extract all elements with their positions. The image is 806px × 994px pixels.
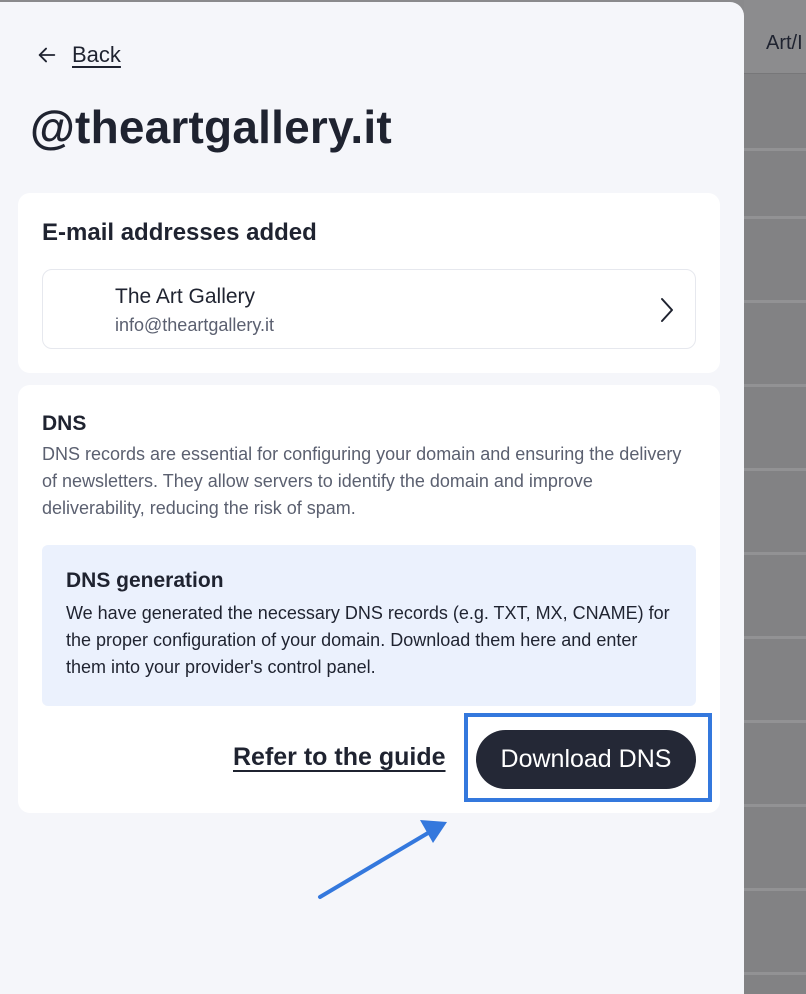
background-row-divider: [744, 300, 806, 303]
background-row-divider: [744, 720, 806, 723]
background-header: Art/I: [744, 0, 806, 74]
background-row-divider: [744, 804, 806, 807]
back-label: Back: [72, 42, 121, 67]
background-header-text: Art/I: [766, 32, 803, 54]
dns-generation-info-box: DNS generation We have generated the nec…: [42, 545, 696, 706]
background-row-divider: [744, 888, 806, 891]
highlight-box-annotation: [464, 713, 712, 802]
background-row-divider: [744, 216, 806, 219]
email-sender-name: The Art Gallery: [115, 285, 256, 308]
background-page: Art/I: [744, 0, 806, 994]
arrow-left-icon: [38, 47, 56, 63]
background-row-divider: [744, 468, 806, 471]
background-row-divider: [744, 636, 806, 639]
email-addresses-heading: E-mail addresses added: [42, 219, 317, 246]
email-addresses-card: E-mail addresses added The Art Gallery i…: [18, 193, 720, 373]
refer-to-guide-link[interactable]: Refer to the guide: [233, 743, 446, 772]
dns-generation-title: DNS generation: [66, 569, 224, 592]
dns-generation-text: We have generated the necessary DNS reco…: [66, 603, 670, 677]
background-row-divider: [744, 384, 806, 387]
page-title: @theartgallery.it: [30, 101, 392, 153]
email-address-row[interactable]: The Art Gallery info@theartgallery.it: [42, 269, 696, 349]
background-row-divider: [744, 148, 806, 151]
dns-description: DNS records are essential for configurin…: [42, 444, 682, 518]
domain-detail-drawer: Back @theartgallery.it E-mail addresses …: [0, 2, 744, 994]
email-address: info@theartgallery.it: [115, 315, 275, 335]
chevron-right-icon: [661, 298, 673, 322]
back-link[interactable]: Back: [36, 40, 121, 70]
background-row-divider: [744, 972, 806, 975]
dns-heading: DNS: [42, 412, 87, 435]
background-row-divider: [744, 552, 806, 555]
